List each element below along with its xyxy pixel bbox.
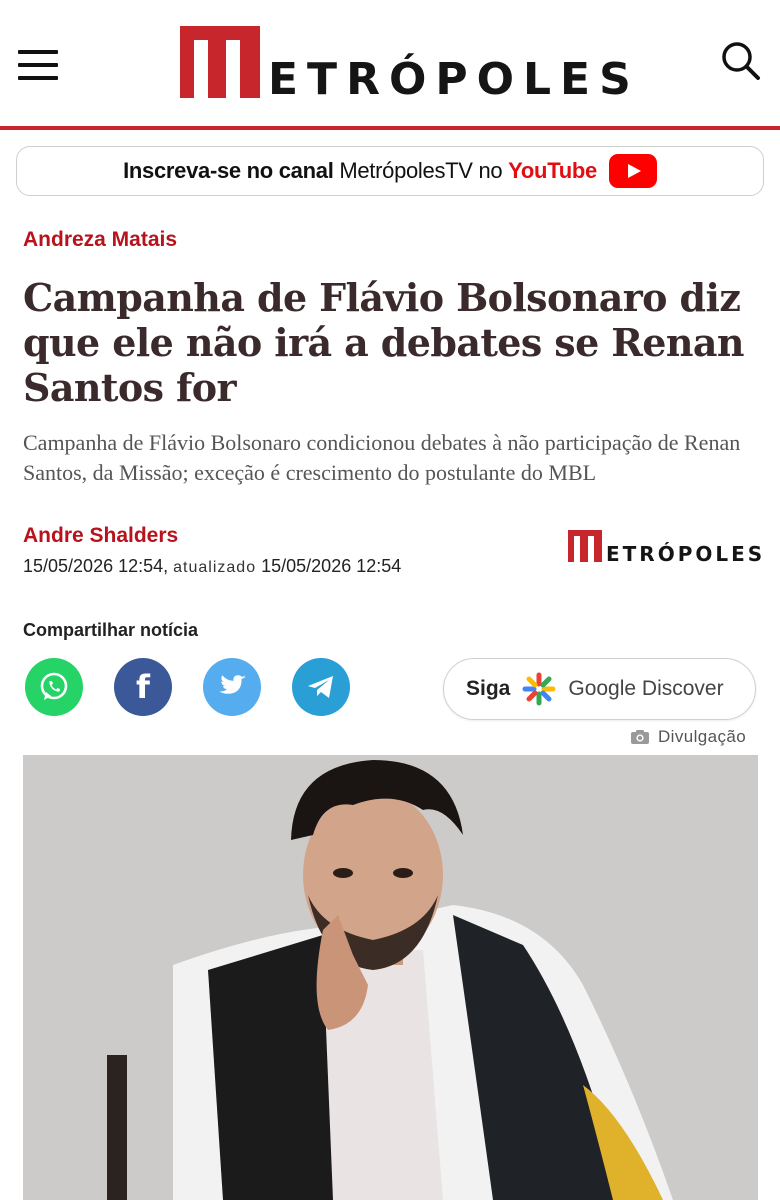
twitter-share-button[interactable] — [203, 658, 261, 716]
facebook-icon: f — [136, 668, 150, 706]
site-header: ETRÓPOLES — [0, 0, 780, 126]
whatsapp-icon — [40, 672, 68, 700]
photo-credit-text: Divulgação — [658, 727, 747, 746]
small-logo-m-mark — [568, 530, 602, 562]
search-icon[interactable] — [720, 40, 762, 82]
small-logo-text: ETRÓPOLES — [606, 542, 766, 566]
telegram-icon — [308, 676, 333, 698]
article-title: Campanha de Flávio Bolsonaro diz que ele… — [23, 275, 745, 410]
article-dates: 15/05/2026 12:54, atualizado 15/05/2026 … — [23, 556, 401, 577]
twitter-icon — [219, 675, 246, 694]
youtube-subscribe-banner[interactable]: Inscreva-se no canal MetrópolesTV no You… — [16, 146, 764, 196]
follow-label: Siga — [466, 677, 511, 700]
facebook-share-button[interactable]: f — [114, 658, 172, 716]
google-discover-follow-button[interactable]: Siga Google Discover — [443, 658, 756, 720]
column-name-link[interactable]: Andreza Matais — [23, 228, 177, 252]
share-label: Compartilhar notícia — [23, 620, 199, 640]
telegram-share-button[interactable] — [292, 658, 350, 716]
header-divider — [0, 126, 780, 130]
updated-label: atualizado — [173, 559, 257, 576]
whatsapp-share-button[interactable] — [25, 658, 83, 716]
hamburger-menu-icon[interactable] — [18, 50, 58, 80]
google-discover-label: Google Discover — [568, 677, 724, 700]
yt-prefix: Inscreva-se no canal — [123, 158, 334, 183]
camera-icon — [631, 730, 649, 744]
yt-connector: no — [478, 158, 503, 183]
google-discover-icon — [522, 672, 556, 706]
youtube-play-icon — [608, 154, 657, 188]
photo-credit: Divulgação — [630, 727, 746, 747]
logo-m-mark — [180, 26, 260, 98]
yt-channel: MetrópolesTV — [339, 158, 473, 183]
author-link[interactable]: Andre Shalders — [23, 524, 178, 548]
logo-text: ETRÓPOLES — [268, 54, 640, 105]
article-photo — [23, 755, 758, 1200]
metropoles-small-logo: ETRÓPOLES — [568, 530, 762, 566]
published-date: 15/05/2026 12:54, — [23, 556, 169, 576]
yt-platform: YouTube — [508, 158, 597, 183]
portrait-illustration — [23, 755, 758, 1200]
metropoles-logo[interactable]: ETRÓPOLES — [180, 26, 631, 102]
updated-date: 15/05/2026 12:54 — [261, 556, 402, 576]
article-subtitle: Campanha de Flávio Bolsonaro condicionou… — [23, 430, 741, 485]
